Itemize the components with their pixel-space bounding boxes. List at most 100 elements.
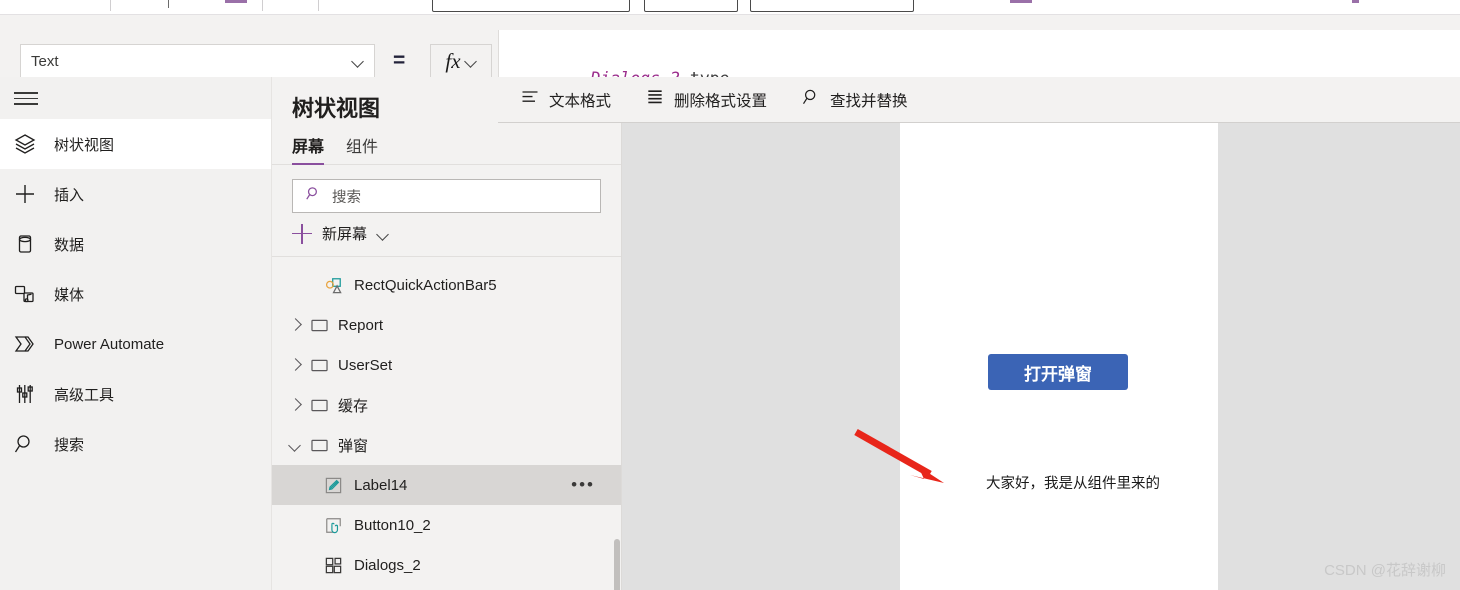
tree-row[interactable]: 弹窗 (272, 425, 621, 465)
plus-icon (12, 181, 38, 207)
sidebar-label: 数据 (54, 236, 85, 254)
power-automate-icon (12, 331, 38, 357)
sidebar-item-tree-view[interactable]: 树状视图 (0, 119, 271, 169)
sidebar-label: Power Automate (54, 335, 165, 353)
tree-row[interactable]: Button10_2 (272, 505, 621, 545)
ribbon-accent-chunk (225, 0, 247, 3)
tree-row[interactable]: Dialogs_2 (272, 545, 621, 585)
ribbon-accent-chunk (1352, 0, 1359, 3)
sidebar-label: 媒体 (54, 286, 85, 304)
tree-scrollbar-thumb[interactable] (614, 539, 620, 590)
tree-tabs: 屏幕 组件 (272, 123, 621, 165)
tree-row[interactable]: UserSet (272, 345, 621, 385)
chevron-down-icon (377, 228, 389, 240)
tree-row-label: Button10_2 (354, 516, 431, 534)
sidebar-item-media[interactable]: 媒体 (0, 269, 271, 319)
sidebar-label: 搜索 (54, 436, 85, 454)
ribbon-accent-chunk (1010, 0, 1032, 3)
tree-row-label: UserSet (338, 356, 393, 374)
toolbar-label: 文本格式 (549, 92, 612, 110)
find-replace-button[interactable]: 查找并替换 (801, 87, 908, 112)
chevron-down-icon (352, 55, 364, 67)
tree-row-label: 弹窗 (338, 437, 369, 455)
tree-row-label: Dialogs_2 (354, 556, 421, 574)
ribbon-divider (262, 0, 263, 11)
toolbar-label: 查找并替换 (830, 92, 908, 110)
toolbar-label: 删除格式设置 (674, 92, 768, 110)
sidebar-item-insert[interactable]: 插入 (0, 169, 271, 219)
text-format-icon (520, 87, 540, 112)
sidebar-item-power-automate[interactable]: Power Automate (0, 319, 271, 369)
chevron-right-icon[interactable] (288, 358, 302, 372)
hamburger-button[interactable] (0, 77, 271, 119)
powerapps-studio-window: Text = fx Dialogs_2.type 树状视图 (0, 0, 1460, 590)
ribbon-field[interactable] (644, 0, 738, 12)
screen-icon (310, 436, 329, 455)
tree-list: RectQuickActionBar5 Report UserSet 缓存 弹窗… (272, 257, 621, 585)
fx-button[interactable]: fx (430, 44, 492, 78)
left-navigation-rail: 树状视图 插入 数据 媒体 Power Automate 高级工具 搜索 (0, 77, 272, 590)
tree-scrollbar[interactable] (614, 539, 620, 590)
annotation-arrow-icon (854, 428, 944, 483)
tree-search-wrap: 搜索 (272, 165, 621, 213)
media-icon (12, 281, 38, 307)
ribbon-field[interactable] (432, 0, 630, 12)
screen-icon (310, 396, 329, 415)
ribbon-strip-cropped (0, 0, 1460, 14)
search-input[interactable]: 搜索 (292, 179, 601, 213)
label-pencil-icon (324, 476, 343, 495)
ribbon-tick (168, 0, 169, 8)
tree-view-panel: 树状视图 屏幕 组件 搜索 新屏幕 RectQuickActionBar5 Re… (272, 77, 622, 590)
canvas-toolbar: 文本格式 删除格式设置 查找并替换 (498, 77, 1460, 123)
search-placeholder: 搜索 (332, 189, 361, 206)
sidebar-item-advanced-tools[interactable]: 高级工具 (0, 369, 271, 419)
search-icon (12, 431, 38, 457)
tree-row-label: RectQuickActionBar5 (354, 276, 497, 294)
search-icon (305, 185, 322, 207)
text-format-button[interactable]: 文本格式 (520, 87, 611, 112)
chevron-right-icon[interactable] (288, 398, 302, 412)
screen-icon (310, 356, 329, 375)
tree-row-label: Label14 (354, 476, 408, 494)
chevron-down-icon[interactable] (288, 438, 302, 452)
button-click-icon (324, 516, 343, 535)
advanced-tools-icon (12, 381, 38, 407)
property-select[interactable]: Text (20, 44, 375, 78)
screen-icon (310, 316, 329, 335)
tree-row-label: Report (338, 316, 384, 334)
sidebar-label: 插入 (54, 186, 85, 204)
tab-components[interactable]: 组件 (346, 133, 378, 164)
sidebar-item-search[interactable]: 搜索 (0, 419, 271, 469)
plus-icon (292, 223, 312, 244)
fx-icon: fx (445, 48, 461, 73)
component-icon (324, 556, 343, 575)
app-screen-preview[interactable]: 打开弹窗 大家好，我是从组件里来的 (900, 123, 1218, 590)
tab-screens[interactable]: 屏幕 (292, 133, 325, 165)
ribbon-field[interactable] (750, 0, 914, 12)
chevron-right-icon[interactable] (288, 318, 302, 332)
canvas-label-text[interactable]: 大家好，我是从组件里来的 (986, 472, 1160, 493)
chevron-down-icon (465, 55, 477, 67)
tree-row[interactable]: Report (272, 305, 621, 345)
tree-row-label: 缓存 (338, 397, 369, 415)
equals-sign: = (393, 49, 406, 72)
new-screen-button[interactable]: 新屏幕 (272, 213, 621, 257)
shapes-group-icon (324, 276, 343, 295)
tree-row[interactable]: 缓存 (272, 385, 621, 425)
sidebar-label: 高级工具 (54, 386, 115, 404)
ribbon-divider (318, 0, 319, 11)
open-dialog-button[interactable]: 打开弹窗 (988, 354, 1128, 390)
design-canvas: 打开弹窗 大家好，我是从组件里来的 CSDN @花辞谢柳 (622, 123, 1460, 590)
sidebar-item-data[interactable]: 数据 (0, 219, 271, 269)
sidebar-label: 树状视图 (54, 136, 115, 154)
more-options-icon[interactable]: ••• (571, 475, 595, 495)
tree-row[interactable]: RectQuickActionBar5 (272, 265, 621, 305)
tree-row-selected[interactable]: Label14 ••• (272, 465, 621, 505)
clear-format-icon (645, 87, 665, 112)
hamburger-icon (14, 90, 38, 106)
database-icon (12, 231, 38, 257)
clear-format-button[interactable]: 删除格式设置 (645, 87, 767, 112)
formula-bar: Text = fx Dialogs_2.type (0, 15, 1460, 92)
watermark: CSDN @花辞谢柳 (1324, 562, 1446, 579)
ribbon-divider (110, 0, 111, 11)
